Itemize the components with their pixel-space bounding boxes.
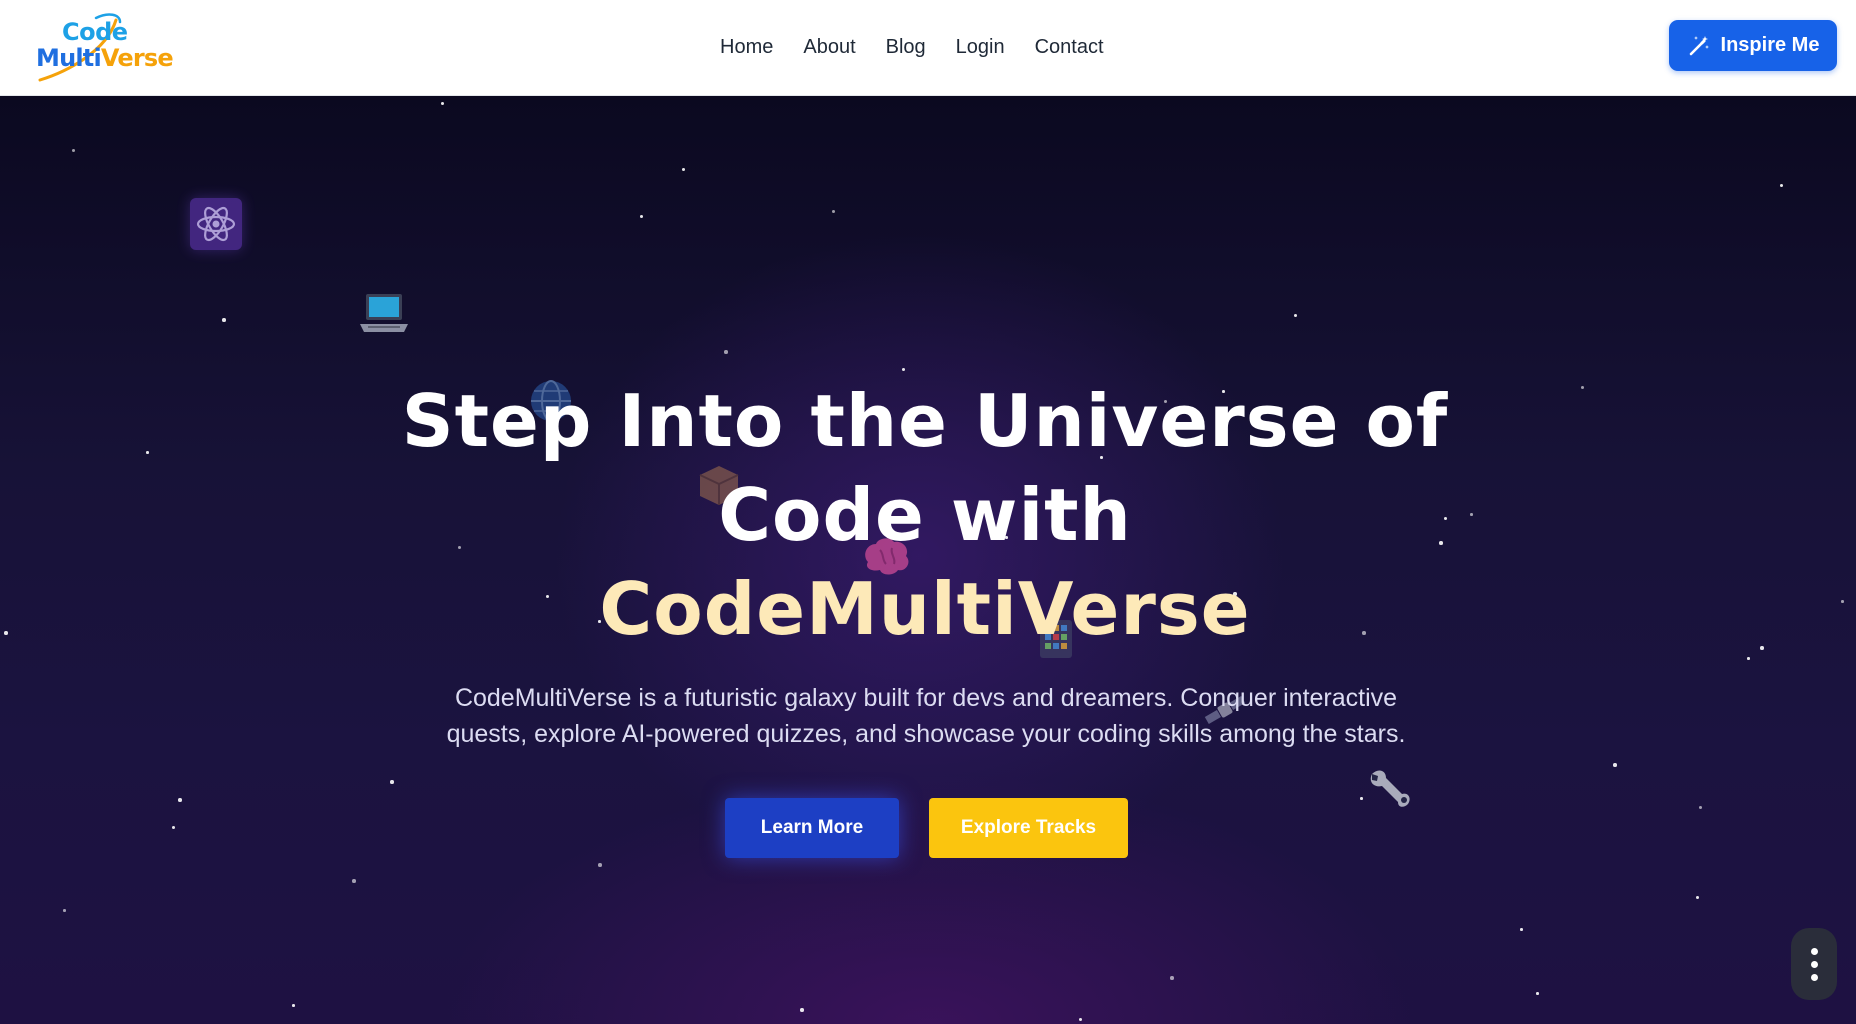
star bbox=[1613, 763, 1617, 767]
star bbox=[800, 1008, 804, 1012]
logo-text-multiverse: MultiVerse bbox=[36, 44, 174, 72]
star bbox=[902, 368, 905, 371]
explore-tracks-button[interactable]: Explore Tracks bbox=[929, 798, 1128, 858]
star bbox=[1294, 314, 1297, 317]
laptop-icon bbox=[360, 294, 408, 332]
hero-title: Step Into the Universe of Code with Code… bbox=[400, 374, 1450, 656]
hero-title-line2: Code with bbox=[718, 473, 1132, 557]
hero-title-brand: CodeMultiVerse bbox=[599, 567, 1251, 651]
star bbox=[441, 102, 444, 105]
star bbox=[640, 215, 643, 218]
inspire-me-button[interactable]: Inspire Me bbox=[1669, 20, 1837, 71]
hero-section: Step Into the Universe of Code with Code… bbox=[0, 96, 1856, 1024]
star bbox=[1520, 928, 1523, 931]
star bbox=[1581, 386, 1584, 389]
star bbox=[598, 863, 602, 867]
hero-subtitle: CodeMultiVerse is a futuristic galaxy bu… bbox=[446, 684, 1406, 748]
star bbox=[4, 631, 8, 635]
inspire-me-label: Inspire Me bbox=[1720, 34, 1820, 56]
nav-contact[interactable]: Contact bbox=[1035, 34, 1104, 60]
star bbox=[222, 318, 226, 322]
star bbox=[146, 451, 149, 454]
star bbox=[1079, 1018, 1082, 1021]
star bbox=[63, 909, 66, 912]
star bbox=[1360, 797, 1363, 800]
star bbox=[832, 210, 835, 213]
star bbox=[1841, 600, 1844, 603]
nav-home[interactable]: Home bbox=[720, 34, 773, 60]
codemultiverse-logo[interactable]: Code MultiVerse bbox=[36, 12, 174, 82]
wrench-icon bbox=[1370, 770, 1410, 807]
star bbox=[1747, 657, 1750, 660]
star bbox=[72, 149, 75, 152]
logo-text-code: Code bbox=[62, 18, 128, 46]
atom-icon bbox=[190, 198, 242, 250]
star bbox=[1470, 513, 1473, 516]
star bbox=[292, 1004, 295, 1007]
magic-wand-icon bbox=[1689, 35, 1709, 55]
star bbox=[1780, 184, 1783, 187]
star bbox=[1696, 896, 1699, 899]
kebab-menu-icon[interactable] bbox=[1791, 928, 1837, 1000]
star bbox=[1760, 646, 1764, 650]
nav-login[interactable]: Login bbox=[956, 34, 1005, 60]
star bbox=[682, 168, 685, 171]
star bbox=[352, 879, 356, 883]
star bbox=[178, 798, 182, 802]
nav-blog[interactable]: Blog bbox=[886, 34, 926, 60]
main-nav: Home About Blog Login Contact bbox=[720, 34, 1134, 60]
star bbox=[390, 780, 394, 784]
star bbox=[1170, 976, 1174, 980]
star bbox=[1536, 992, 1539, 995]
star bbox=[724, 350, 728, 354]
star bbox=[1699, 806, 1702, 809]
learn-more-button[interactable]: Learn More bbox=[725, 798, 899, 858]
nav-about[interactable]: About bbox=[803, 34, 855, 60]
top-navbar: Code MultiVerse Home About Blog Login Co… bbox=[0, 0, 1856, 96]
hero-title-line1: Step Into the Universe of bbox=[401, 379, 1449, 463]
star bbox=[172, 826, 175, 829]
